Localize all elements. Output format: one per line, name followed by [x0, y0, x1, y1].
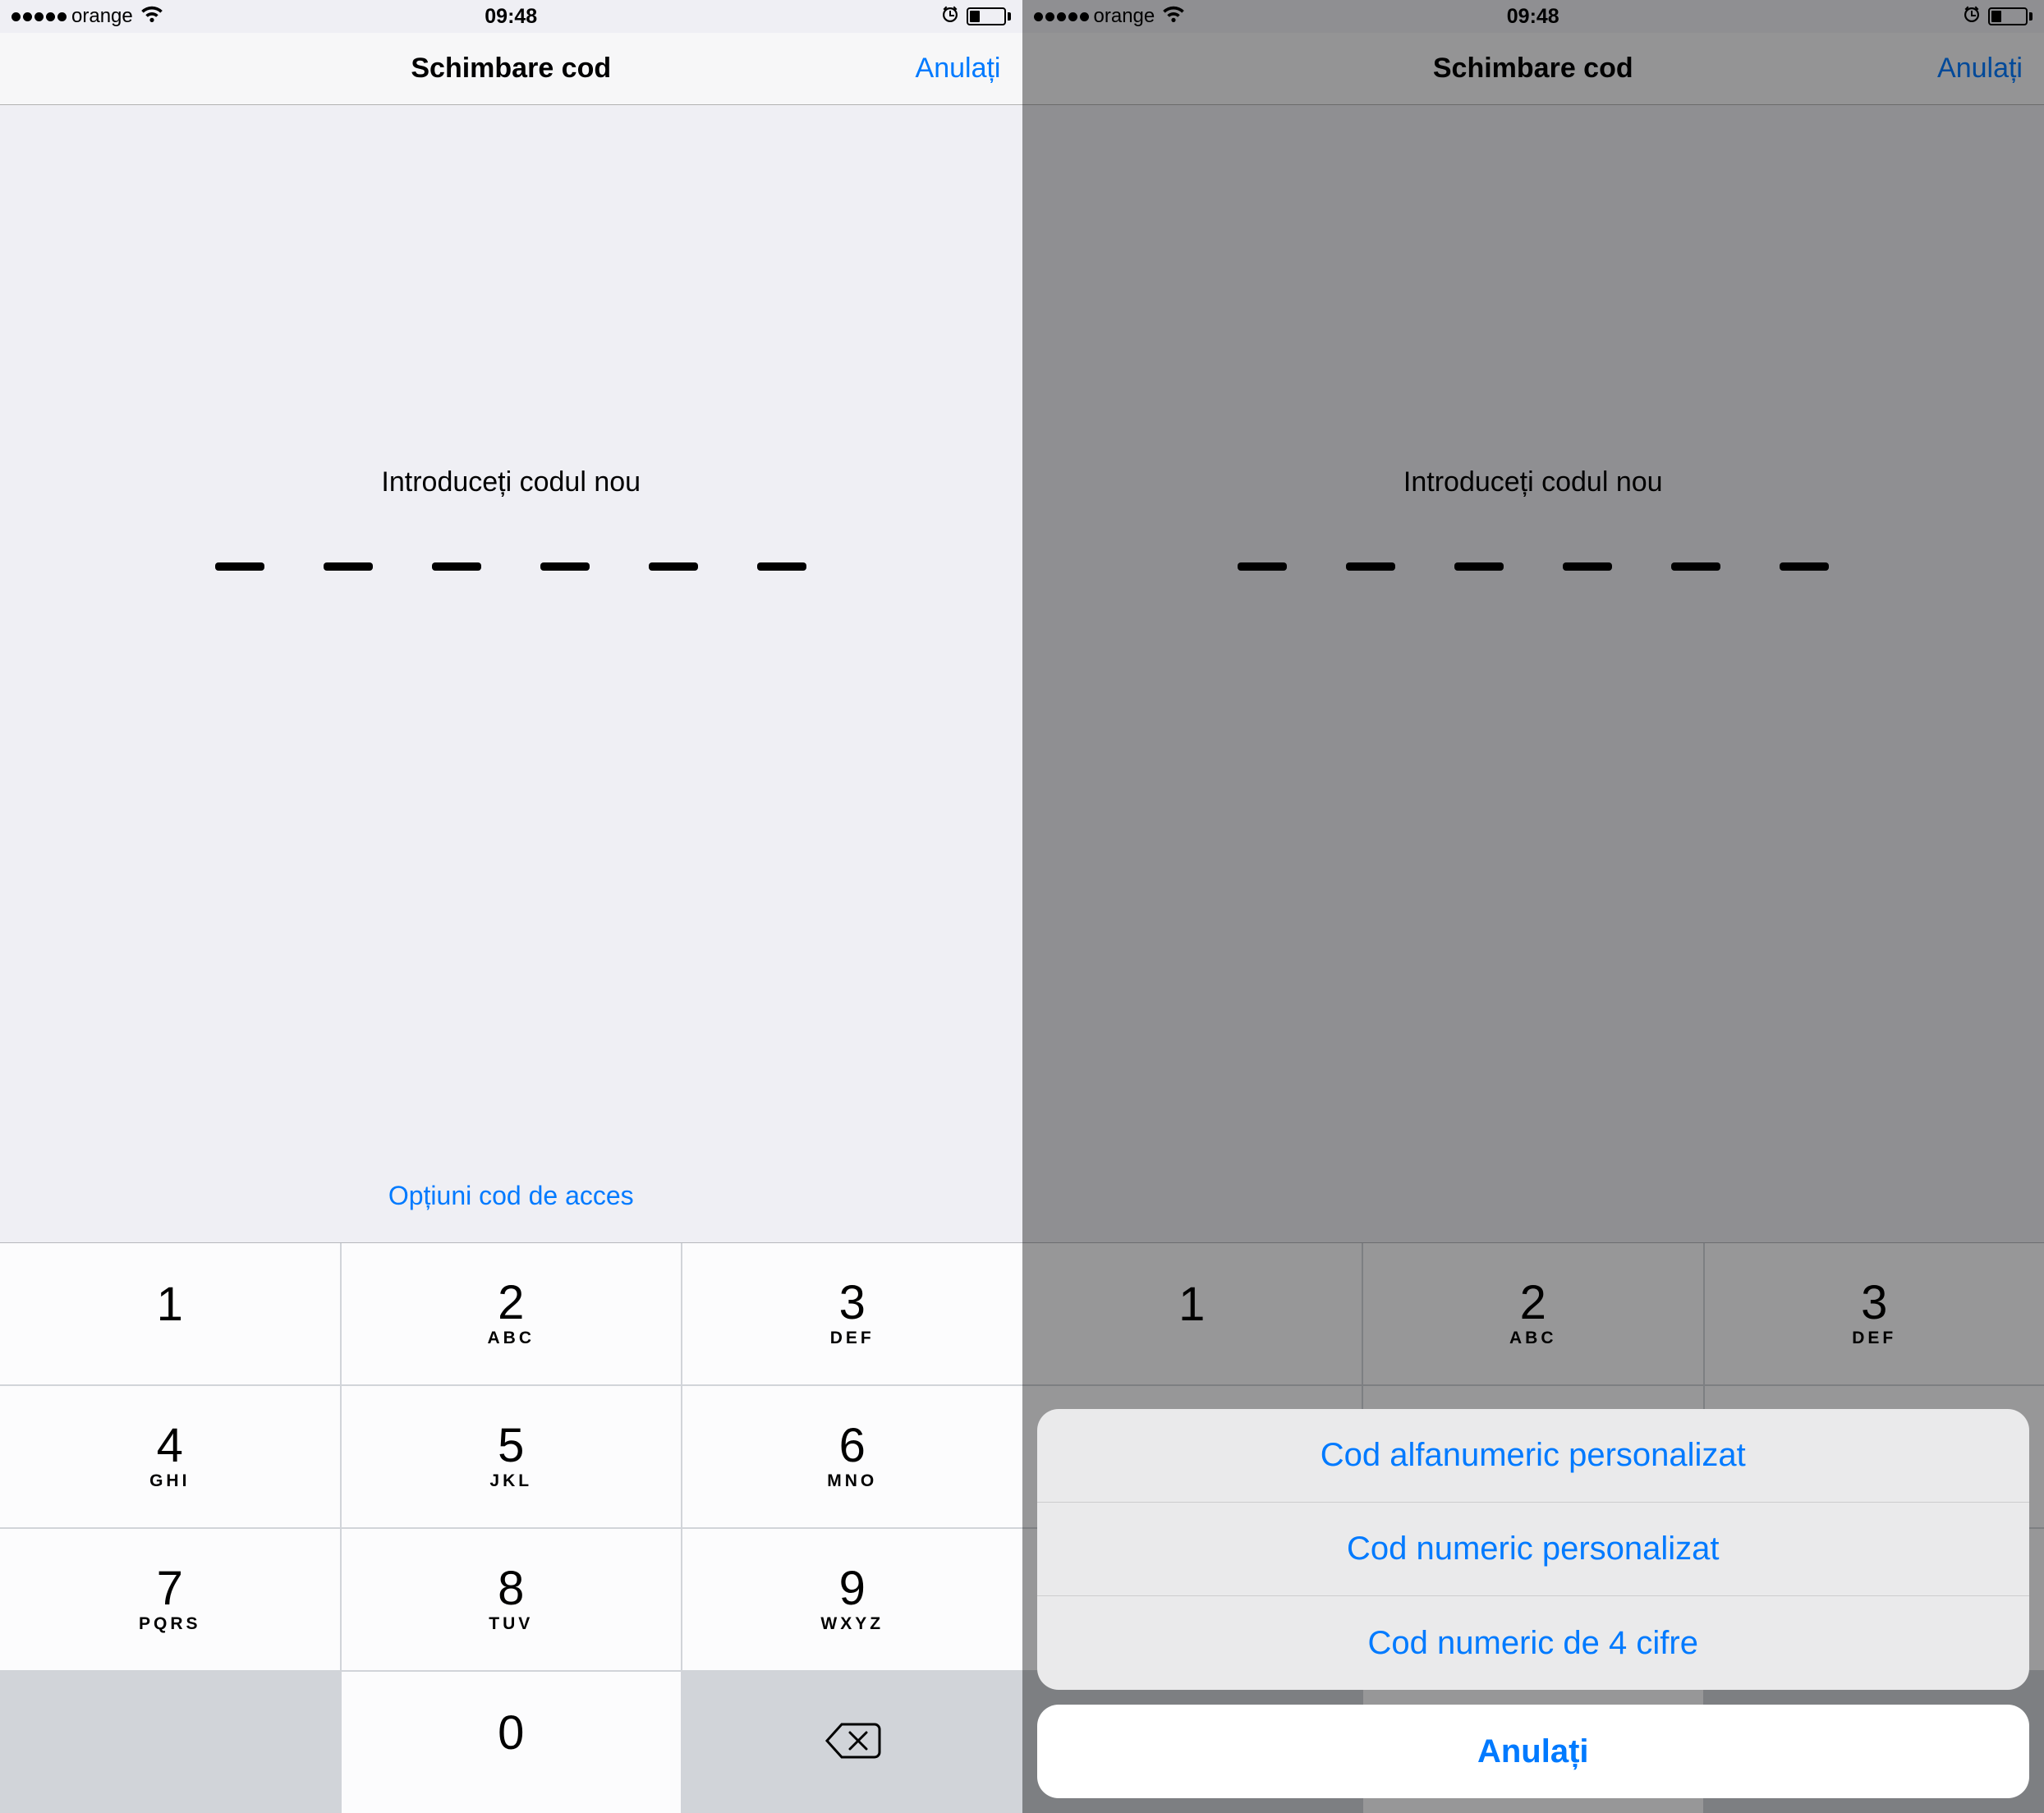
passcode-dash — [540, 562, 590, 571]
key-0[interactable]: 0 — [342, 1672, 682, 1813]
key-1[interactable]: 1 — [0, 1243, 340, 1384]
passcode-dash — [757, 562, 806, 571]
backspace-icon — [824, 1721, 881, 1765]
cancel-button[interactable]: Anulați — [916, 53, 1001, 85]
key-backspace[interactable] — [682, 1672, 1022, 1813]
action-sheet-options: Cod alfanumeric personalizat Cod numeric… — [1037, 1409, 2030, 1690]
passcode-options-action-sheet: Cod alfanumeric personalizat Cod numeric… — [1037, 1409, 2030, 1798]
alarm-icon — [940, 4, 960, 30]
key-blank — [0, 1672, 340, 1813]
passcode-dash — [649, 562, 698, 571]
passcode-dash — [215, 562, 264, 571]
status-time: 09:48 — [485, 5, 537, 29]
carrier-label: orange — [71, 5, 133, 28]
key-8[interactable]: 8TUV — [342, 1529, 682, 1670]
nav-bar: Schimbare cod Anulați — [0, 33, 1022, 105]
page-title: Schimbare cod — [411, 53, 611, 85]
passcode-dash — [432, 562, 481, 571]
action-sheet-cancel-button[interactable]: Anulați — [1037, 1705, 2030, 1798]
key-7[interactable]: 7PQRS — [0, 1529, 340, 1670]
wifi-icon — [140, 5, 164, 29]
key-9[interactable]: 9WXYZ — [682, 1529, 1022, 1670]
status-left: orange — [11, 5, 164, 29]
key-4[interactable]: 4GHI — [0, 1386, 340, 1527]
passcode-options-link[interactable]: Opțiuni cod de acces — [388, 1181, 634, 1211]
key-2[interactable]: 2ABC — [342, 1243, 682, 1384]
passcode-field — [215, 562, 806, 571]
key-6[interactable]: 6MNO — [682, 1386, 1022, 1527]
battery-icon — [967, 7, 1011, 25]
key-3[interactable]: 3DEF — [682, 1243, 1022, 1384]
option-4digit-numeric[interactable]: Cod numeric de 4 cifre — [1037, 1596, 2030, 1690]
status-right — [940, 4, 1011, 30]
screen-passcode-options-sheet: orange 09:48 Schimbare cod Anulați Intro… — [1022, 0, 2044, 1813]
passcode-dash — [324, 562, 373, 571]
key-5[interactable]: 5JKL — [342, 1386, 682, 1527]
status-bar: orange 09:48 — [0, 0, 1022, 33]
prompt-label: Introduceți codul nou — [381, 466, 641, 498]
signal-dots-icon — [11, 12, 67, 21]
option-custom-numeric[interactable]: Cod numeric personalizat — [1037, 1503, 2030, 1596]
numeric-keypad: 1 2ABC 3DEF 4GHI 5JKL 6MNO 7PQRS 8TUV 9W… — [0, 1242, 1022, 1813]
option-custom-alphanumeric[interactable]: Cod alfanumeric personalizat — [1037, 1409, 2030, 1503]
passcode-content: Introduceți codul nou Opțiuni cod de acc… — [0, 105, 1022, 1242]
screen-passcode-entry: orange 09:48 Schimbare cod Anulați Intro… — [0, 0, 1022, 1813]
